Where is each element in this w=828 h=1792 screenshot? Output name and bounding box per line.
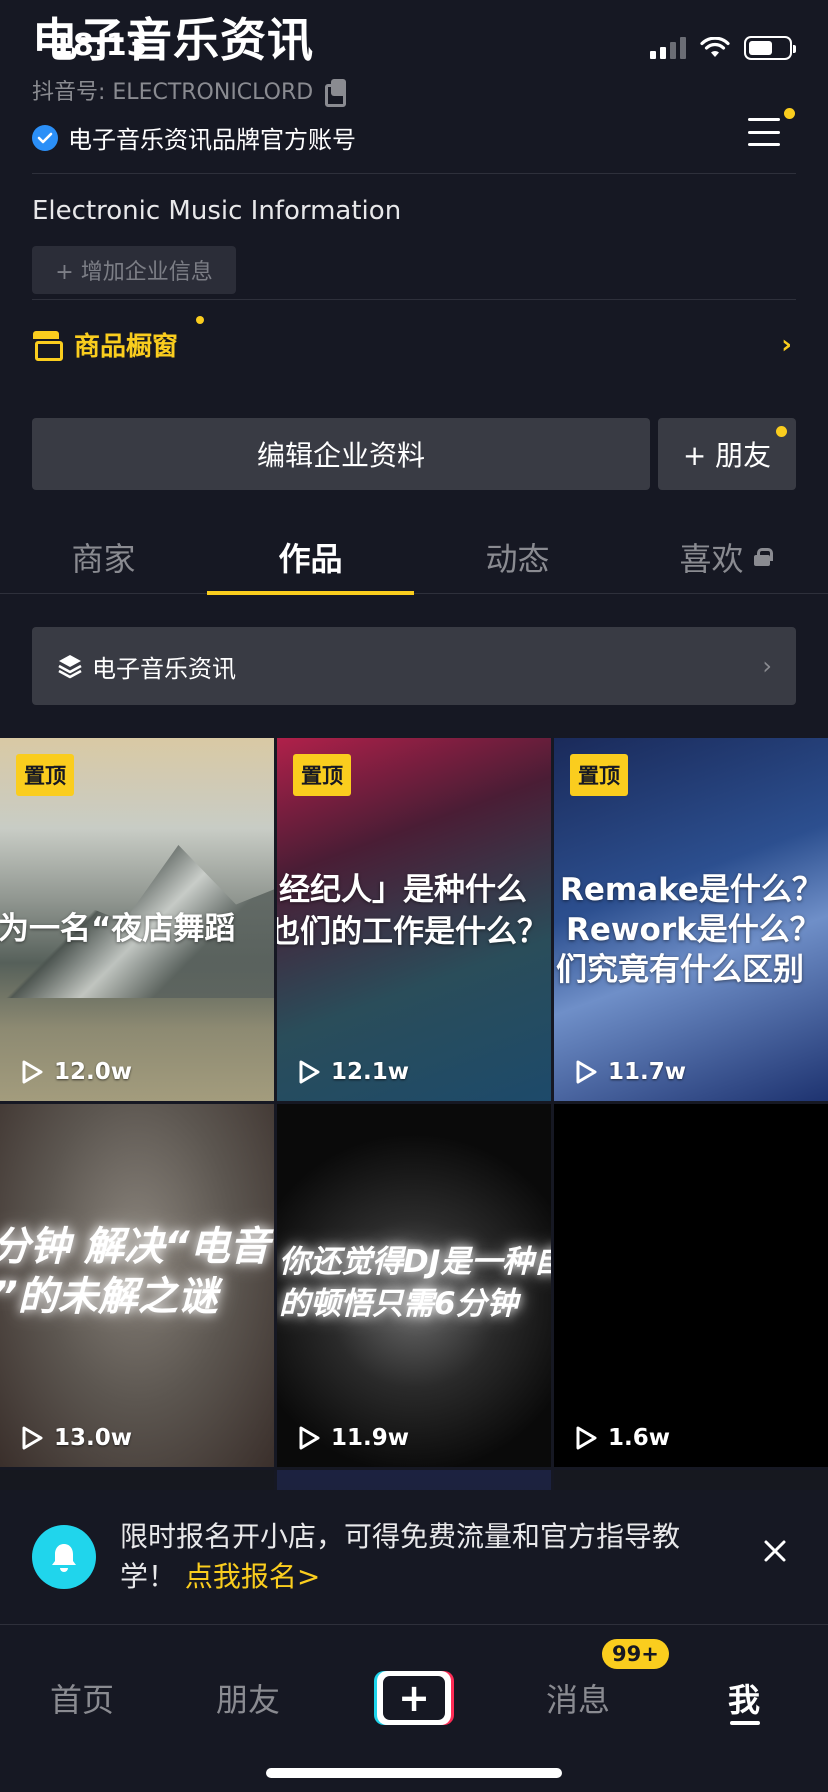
status-time: 18:13: [52, 28, 148, 63]
video-thumbnail[interactable]: [0, 1470, 274, 1490]
chevron-right-icon: ›: [762, 652, 772, 680]
view-count-text: 11.9w: [331, 1425, 409, 1451]
video-caption: Rework是什么？: [566, 912, 821, 948]
verified-label: 电子音乐资讯品牌官方账号: [68, 126, 356, 154]
video-caption: ”的未解之谜: [0, 1274, 218, 1320]
tab-works-label: 作品: [278, 540, 343, 578]
bell-icon: [32, 1525, 96, 1589]
product-showcase-label: 商品橱窗: [74, 331, 179, 362]
play-icon: [22, 1426, 43, 1450]
signup-link[interactable]: 点我报名>: [185, 1560, 320, 1593]
video-thumbnail[interactable]: 置顶 Remake是什么？ Rework是什么？ 们究竟有什么区别 11.7w: [554, 738, 828, 1101]
tab-merchant-label: 商家: [71, 540, 136, 578]
play-icon: [299, 1426, 320, 1450]
tab-home[interactable]: 首页: [50, 1675, 114, 1721]
douyin-id[interactable]: 抖音号: ELECTRONICLORD: [32, 74, 347, 107]
product-showcase-row[interactable]: 商品橱窗: [32, 324, 796, 364]
view-count-text: 11.7w: [608, 1059, 686, 1085]
shop-icon: [32, 331, 63, 361]
friend-notification-dot: [776, 426, 787, 437]
video-thumbnail[interactable]: 你还觉得DJ是一种自 的顿悟只需6分钟 11.9w: [277, 1104, 551, 1467]
chevron-right-icon: ›: [781, 330, 792, 360]
profile-tabs: 商家 作品 动态 喜欢: [0, 520, 828, 595]
tab-merchant[interactable]: 商家: [0, 520, 207, 594]
view-count: 13.0w: [20, 1425, 132, 1451]
bottom-tab-bar: 首页 朋友 + 消息 99+ 我: [0, 1624, 828, 1792]
view-count-text: 12.1w: [331, 1059, 409, 1085]
tab-activity[interactable]: 动态: [414, 520, 621, 594]
video-thumbnail[interactable]: 1.6w: [554, 1104, 828, 1467]
add-business-info-button[interactable]: + 增加企业信息: [32, 246, 236, 294]
edit-business-profile-button[interactable]: 编辑企业资料: [32, 418, 650, 490]
view-count: 12.0w: [20, 1059, 132, 1085]
video-thumbnail[interactable]: [554, 1470, 828, 1490]
pinned-badge: 置顶: [293, 754, 351, 796]
pinned-badge: 置顶: [16, 754, 74, 796]
plus-icon: +: [383, 1676, 445, 1720]
tab-activity-label: 动态: [485, 540, 550, 578]
video-caption: 也们的工作是什么？: [277, 914, 548, 950]
play-icon: [576, 1426, 597, 1450]
battery-icon: [744, 36, 796, 60]
cellular-signal-icon: [650, 37, 686, 59]
view-count-text: 13.0w: [54, 1425, 132, 1451]
promo-notice-text: 限时报名开小店，可得免费流量和官方指导教学！ 点我报名>: [120, 1517, 720, 1597]
video-caption: 的顿悟只需6分钟: [279, 1286, 518, 1322]
tab-likes-label: 喜欢: [679, 540, 744, 578]
video-caption: Remake是什么？: [560, 872, 823, 908]
video-caption: 你还觉得DJ是一种自: [279, 1244, 551, 1280]
lock-icon: [753, 548, 773, 566]
menu-notification-dot: [784, 108, 795, 119]
menu-icon[interactable]: [748, 118, 780, 146]
bio-text: Electronic Music Information: [32, 196, 402, 226]
copy-icon[interactable]: [325, 79, 347, 107]
video-grid: 置顶 为一名“夜店舞蹈 12.0w 置顶 经纪人」是种什么 也们的工作是什么？ …: [0, 738, 828, 1490]
video-thumbnail[interactable]: 置顶 为一名“夜店舞蹈 12.0w: [0, 738, 274, 1101]
play-icon: [22, 1060, 43, 1084]
view-count: 11.9w: [297, 1425, 409, 1451]
verified-row: 电子音乐资讯品牌官方账号: [32, 120, 356, 155]
active-tab-indicator: [730, 1721, 760, 1725]
pinned-badge: 置顶: [570, 754, 628, 796]
close-icon[interactable]: [762, 1538, 788, 1564]
tab-likes[interactable]: 喜欢: [621, 520, 828, 594]
collection-label: 电子音乐资讯: [92, 654, 236, 683]
video-thumbnail[interactable]: 置顶 经纪人」是种什么 也们的工作是什么？ 12.1w: [277, 738, 551, 1101]
layers-icon: [58, 655, 82, 679]
status-icons: [650, 36, 796, 60]
view-count-text: 12.0w: [54, 1059, 132, 1085]
view-count-text: 1.6w: [608, 1425, 670, 1451]
tab-messages[interactable]: 消息: [546, 1675, 610, 1721]
douyin-id-text: 抖音号: ELECTRONICLORD: [32, 80, 314, 105]
video-thumbnail[interactable]: 分钟 解决“电音 ”的未解之谜 13.0w: [0, 1104, 274, 1467]
tab-works[interactable]: 作品: [207, 520, 414, 595]
showcase-notification-dot: [196, 316, 204, 324]
tab-me[interactable]: 我: [728, 1675, 760, 1721]
home-indicator[interactable]: [266, 1768, 562, 1778]
promo-notice-banner[interactable]: 限时报名开小店，可得免费流量和官方指导教学！ 点我报名>: [0, 1490, 828, 1624]
verified-check-icon: [32, 124, 58, 151]
view-count: 12.1w: [297, 1059, 409, 1085]
message-count-badge: 99+: [602, 1639, 669, 1669]
video-caption: 们究竟有什么区别: [556, 952, 804, 988]
video-caption: 经纪人」是种什么: [279, 872, 527, 908]
play-icon: [299, 1060, 320, 1084]
wifi-icon: [700, 37, 730, 57]
video-thumbnail[interactable]: [277, 1470, 551, 1490]
tab-friends[interactable]: 朋友: [216, 1675, 280, 1721]
video-caption: 为一名“夜店舞蹈: [0, 911, 236, 947]
divider: [32, 173, 796, 174]
view-count: 1.6w: [574, 1425, 670, 1451]
collection-row[interactable]: 电子音乐资讯 ›: [32, 627, 796, 705]
view-count: 11.7w: [574, 1059, 686, 1085]
divider: [32, 299, 796, 300]
play-icon: [576, 1060, 597, 1084]
create-button[interactable]: +: [374, 1671, 454, 1725]
